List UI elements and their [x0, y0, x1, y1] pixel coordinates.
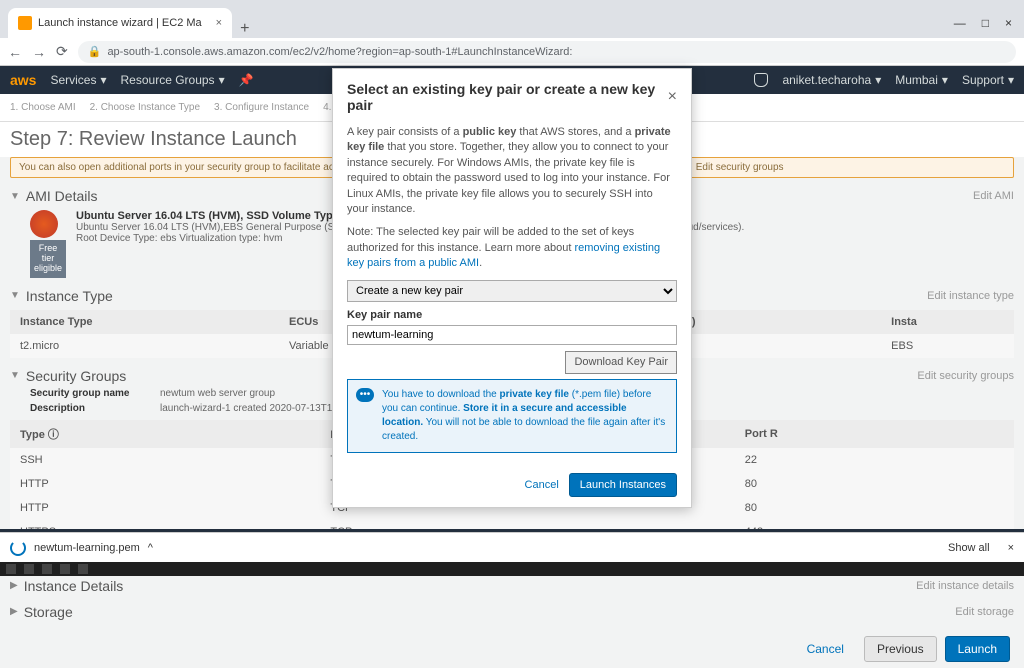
info-box: ••• You have to download the private key…: [347, 379, 677, 453]
modal-p1: A key pair consists of a public key that…: [347, 125, 677, 217]
instance-details-section: ▶ Instance Details Edit instance details: [10, 578, 1014, 594]
wizard-footer: Cancel Previous Launch: [0, 630, 1024, 668]
launch-button[interactable]: Launch: [945, 636, 1010, 662]
edit-instance-details-link[interactable]: Edit instance details: [916, 580, 1014, 592]
launch-instances-button[interactable]: Launch Instances: [569, 473, 677, 497]
close-modal-icon[interactable]: ×: [668, 88, 677, 106]
edit-storage-link[interactable]: Edit storage: [955, 606, 1014, 618]
keypair-name-input[interactable]: [347, 325, 677, 345]
download-keypair-button[interactable]: Download Key Pair: [565, 351, 677, 374]
caret-right-icon[interactable]: ▶: [10, 606, 18, 617]
keypair-select[interactable]: Create a new key pair: [347, 280, 677, 302]
storage-title: Storage: [24, 604, 73, 620]
modal-title: Select an existing key pair or create a …: [347, 81, 668, 113]
instance-details-title: Instance Details: [24, 578, 124, 594]
modal-backdrop: Select an existing key pair or create a …: [0, 0, 1024, 576]
modal-cancel-button[interactable]: Cancel: [525, 479, 559, 491]
caret-right-icon[interactable]: ▶: [10, 580, 18, 591]
key-pair-modal: Select an existing key pair or create a …: [332, 68, 692, 508]
cancel-button[interactable]: Cancel: [795, 637, 856, 661]
storage-section: ▶ Storage Edit storage: [10, 604, 1014, 620]
previous-button[interactable]: Previous: [864, 636, 937, 662]
info-icon: •••: [356, 388, 374, 402]
keypair-name-label: Key pair name: [347, 308, 677, 323]
modal-p2: Note: The selected key pair will be adde…: [347, 225, 677, 271]
